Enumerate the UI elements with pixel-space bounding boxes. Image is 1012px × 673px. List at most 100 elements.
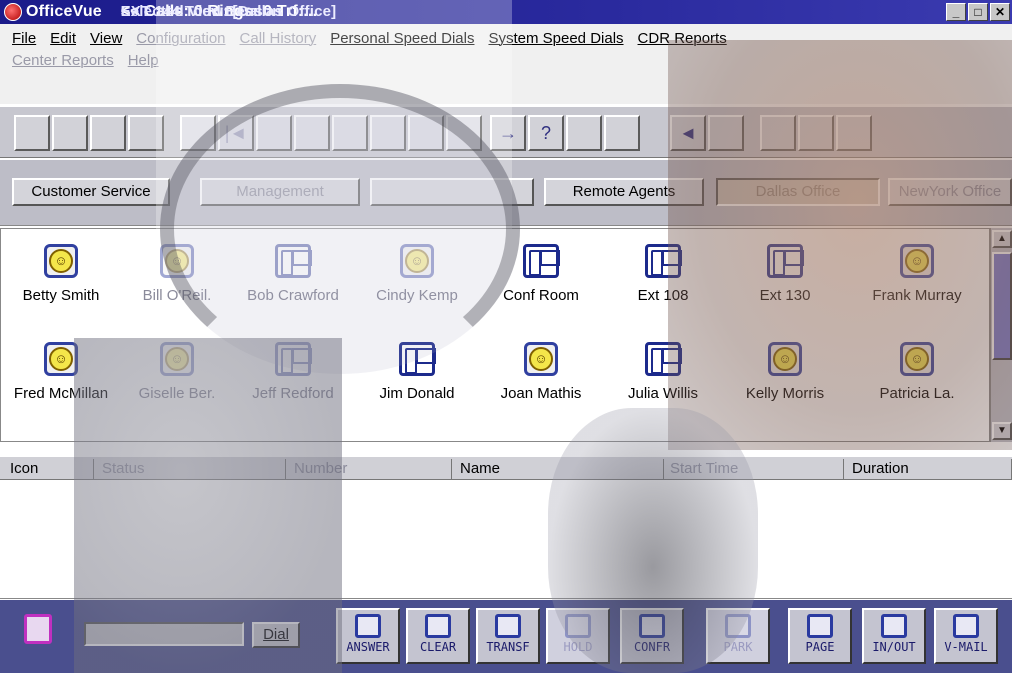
column-number[interactable]: Number	[288, 459, 452, 479]
menu-call-history[interactable]: Call History	[240, 30, 317, 47]
toolbar-button-5[interactable]	[180, 115, 216, 151]
desk-phone-icon	[645, 243, 682, 279]
extension-item[interactable]: ☺ Fred McMillan	[1, 341, 121, 402]
hold-icon	[565, 614, 591, 638]
extension-item[interactable]: Ext 130	[725, 243, 845, 304]
skip-back-icon[interactable]: |◄	[218, 115, 254, 151]
scroll-thumb[interactable]	[992, 252, 1012, 360]
arrow-right-icon[interactable]: →	[490, 115, 526, 151]
extension-name: Bill O'Reil.	[142, 287, 212, 304]
title-bar: OfficeVue EXT 144 Todd Benson Selected V…	[0, 0, 1012, 24]
answer-button[interactable]: ANSWER	[336, 608, 400, 664]
in-out-icon	[881, 614, 907, 638]
tab-dallas-office[interactable]: Dallas Office	[716, 178, 880, 206]
back-icon[interactable]: ◄	[670, 115, 706, 151]
tab-customer-service[interactable]: Customer Service	[12, 178, 170, 206]
app-name: OfficeVue	[26, 3, 102, 20]
minimize-button[interactable]: _	[946, 3, 966, 21]
extension-item[interactable]: ☺ Kelly Morris	[725, 341, 845, 402]
extension-item[interactable]: ☺ Frank Murray	[857, 243, 977, 304]
page-button[interactable]: PAGE	[788, 608, 852, 664]
action-label: TRANSF	[486, 640, 530, 654]
column-icon[interactable]: Icon	[4, 459, 94, 479]
menu-personal-speed-dials[interactable]: Personal Speed Dials	[330, 30, 474, 47]
extension-item[interactable]: Jim Donald	[357, 341, 477, 402]
menu-center-reports[interactable]: Center Reports	[12, 52, 114, 69]
menu-configuration[interactable]: Configuration	[136, 30, 225, 47]
scroll-up-arrow-icon[interactable]: ▲	[992, 230, 1012, 248]
menu-help[interactable]: Help	[128, 52, 159, 69]
extension-item[interactable]: ☺ Bill O'Reil.	[117, 243, 237, 304]
menu-cdr-reports[interactable]: CDR Reports	[638, 30, 727, 47]
grid-view-icon[interactable]	[370, 115, 406, 151]
phone-keypad-icon[interactable]	[24, 614, 52, 644]
toolbar-button-1[interactable]	[14, 115, 50, 151]
clear-icon	[425, 614, 451, 638]
info-icon[interactable]	[708, 115, 744, 151]
desk-phone-icon	[275, 243, 312, 279]
extension-item[interactable]: Jeff Redford	[233, 341, 353, 402]
vertical-scrollbar[interactable]: ▲ ▼	[990, 228, 1012, 442]
menu-edit[interactable]: Edit	[50, 30, 76, 47]
toolbar-button-2[interactable]	[52, 115, 88, 151]
extension-item[interactable]: Bob Crawford	[233, 243, 353, 304]
menu-view[interactable]: View	[90, 30, 122, 47]
maximize-button[interactable]: □	[968, 3, 988, 21]
park-button[interactable]: PARK	[706, 608, 770, 664]
hold-button[interactable]: HOLD	[546, 608, 610, 664]
dial-button[interactable]: Dial	[252, 622, 300, 648]
extension-item[interactable]: ☺ Patricia La.	[857, 341, 977, 402]
menu-file[interactable]: File	[12, 30, 36, 47]
close-button[interactable]: ✕	[990, 3, 1010, 21]
extension-item[interactable]: ☺ Joan Mathis	[481, 341, 601, 402]
column-name[interactable]: Name	[454, 459, 664, 479]
column-status[interactable]: Status	[96, 459, 286, 479]
extension-item[interactable]: Julia Willis	[603, 341, 723, 402]
tab-remote-agents[interactable]: Remote Agents	[544, 178, 704, 206]
agent-available-icon: ☺	[43, 341, 79, 377]
action-label: V-MAIL	[944, 640, 988, 654]
clear-button[interactable]: CLEAR	[406, 608, 470, 664]
window-title: OfficeVue EXT 144 Todd Benson Selected V…	[26, 3, 336, 21]
scroll-down-arrow-icon[interactable]: ▼	[992, 422, 1012, 440]
web-icon[interactable]	[760, 115, 796, 151]
toolbar-button-16[interactable]	[604, 115, 640, 151]
column-duration[interactable]: Duration	[846, 459, 1012, 479]
extension-item[interactable]: Conf Room	[481, 243, 601, 304]
call-list[interactable]	[0, 481, 1012, 599]
dial-input[interactable]	[84, 622, 244, 646]
tab-blank-2[interactable]	[370, 178, 534, 206]
park-icon	[725, 614, 751, 638]
fax-icon[interactable]	[836, 115, 872, 151]
extension-name: Giselle Ber.	[138, 385, 216, 402]
help-icon[interactable]: ?	[528, 115, 564, 151]
action-label: IN/OUT	[872, 640, 916, 654]
tab-newyork-office[interactable]: NewYork Office	[888, 178, 1012, 206]
phone-handset-icon[interactable]	[798, 115, 834, 151]
toolbar-button-4[interactable]	[128, 115, 164, 151]
in-out-button[interactable]: IN/OUT	[862, 608, 926, 664]
sort-icon[interactable]	[256, 115, 292, 151]
confr-button[interactable]: CONFR	[620, 608, 684, 664]
table-view-icon[interactable]	[408, 115, 444, 151]
extension-item[interactable]: ☺ Giselle Ber.	[117, 341, 237, 402]
list-view-icon[interactable]	[294, 115, 330, 151]
tab-management[interactable]: Management	[200, 178, 360, 206]
column-start-time[interactable]: Start Time	[664, 459, 844, 479]
blank-view-icon[interactable]	[446, 115, 482, 151]
action-label: PARK	[723, 640, 753, 654]
extension-item[interactable]: Ext 108	[603, 243, 723, 304]
extension-item[interactable]: ☺ Betty Smith	[1, 243, 121, 304]
menu-system-speed-dials[interactable]: System Speed Dials	[488, 30, 623, 47]
extension-name: Jim Donald	[379, 385, 455, 402]
v-mail-button[interactable]: V-MAIL	[934, 608, 998, 664]
detail-view-icon[interactable]	[332, 115, 368, 151]
transf-icon	[495, 614, 521, 638]
transf-button[interactable]: TRANSF	[476, 608, 540, 664]
app-logo-icon[interactable]	[4, 3, 22, 21]
desk-phone-icon	[399, 341, 436, 377]
toolbar-button-3[interactable]	[90, 115, 126, 151]
extension-item[interactable]: ☺ Cindy Kemp	[357, 243, 477, 304]
extension-name: Frank Murray	[872, 287, 962, 304]
phone-view-icon[interactable]	[566, 115, 602, 151]
